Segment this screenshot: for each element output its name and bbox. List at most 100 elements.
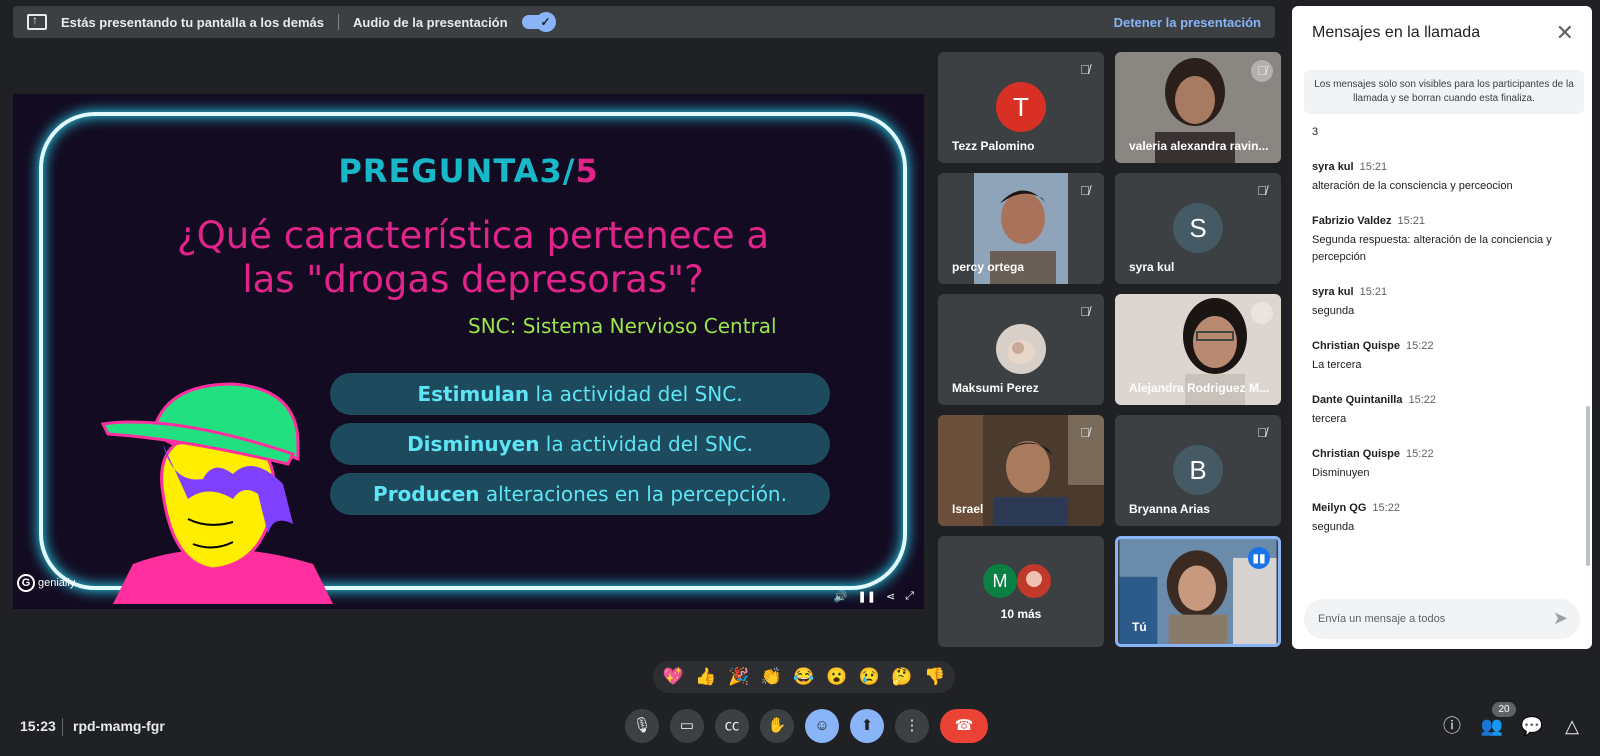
participant-tile[interactable]: 🎙̸ Israel: [938, 415, 1104, 526]
participant-tile[interactable]: 🎙̸ Maksumi Perez: [938, 294, 1104, 405]
info-icon[interactable]: ⓘ: [1438, 712, 1466, 740]
chat-input-container: ➤: [1304, 599, 1580, 639]
presentation-audio-toggle[interactable]: ✓: [521, 12, 556, 32]
surprised-reaction-icon[interactable]: 😮: [826, 667, 847, 687]
thinking-reaction-icon[interactable]: 🤔: [891, 667, 912, 687]
mic-off-icon: 🎙̸: [1080, 62, 1090, 77]
share-icon[interactable]: ⋖: [886, 590, 895, 603]
fullscreen-icon[interactable]: ⤢: [905, 590, 914, 603]
list-item: Dante Quintanilla 15:22 tercera: [1312, 394, 1436, 425]
mic-off-icon: 🎙̸: [1080, 304, 1090, 319]
participant-name: 10 más: [1000, 607, 1042, 621]
participant-name: Maksumi Perez: [952, 381, 1039, 395]
participant-tile[interactable]: 🎙̸ percy ortega: [938, 173, 1104, 284]
emoji-icon[interactable]: ☺: [805, 709, 839, 743]
list-item: Fabrizio Valdez 15:21 Segunda respuesta: a…: [1312, 215, 1552, 263]
reactions-bar: 💖 👍 🎉 👏 😂 😮 😢 🤔 👎: [653, 661, 955, 693]
activities-icon[interactable]: △: [1558, 712, 1586, 740]
genially-logo: Ggenially: [17, 574, 75, 592]
heart-reaction-icon[interactable]: 💖: [663, 667, 684, 687]
mic-off-icon: 🎙̸: [1251, 302, 1273, 324]
question-text: ¿Qué característica pertenece a las "dro…: [176, 214, 770, 301]
speaking-indicator-icon: ▮▮: [1248, 547, 1270, 569]
avatar: B: [1173, 445, 1223, 495]
thumbs-up-reaction-icon[interactable]: 👍: [695, 667, 716, 687]
mic-off-icon: 🎙̸: [1080, 425, 1090, 440]
presentation-audio-label: Audio de la presentación: [352, 14, 508, 30]
genially-g-icon: G: [17, 574, 35, 592]
slide-controls: 🔊 ❚❚ ⋖ ⤢: [834, 590, 914, 603]
avatar: S: [1173, 203, 1223, 253]
end-call-icon[interactable]: ☎: [940, 709, 988, 743]
presenting-message: Estás presentando tu pantalla a los demá…: [61, 14, 324, 30]
captions-icon[interactable]: ㏄: [715, 709, 749, 743]
answer-option-3[interactable]: Producen alteraciones en la percepción.: [330, 473, 830, 515]
avatar: [1017, 564, 1051, 598]
list-item: Meilyn QG 15:22 segunda: [1312, 502, 1400, 533]
participant-count-badge: 20: [1492, 702, 1516, 717]
chat-panel: Mensajes en la llamada ✕ Los mensajes so…: [1292, 6, 1592, 649]
participant-tile[interactable]: 🎙̸ valeria alexandra ravin...: [1115, 52, 1281, 163]
clap-reaction-icon[interactable]: 👏: [761, 667, 782, 687]
meeting-code: rpd-mamg-fgr: [73, 718, 165, 734]
meeting-time: 15:23: [20, 718, 56, 734]
chat-scrollbar[interactable]: [1586, 406, 1590, 566]
check-icon: ✓: [535, 12, 556, 32]
participant-name: percy ortega: [952, 260, 1025, 274]
participant-tile[interactable]: 🎙̸ Alejandra Rodriguez M...: [1115, 294, 1281, 405]
thumbs-down-reaction-icon[interactable]: 👎: [924, 667, 945, 687]
participant-name: syra kul: [1129, 260, 1175, 274]
list-item: 3: [1312, 126, 1319, 138]
list-item: Christian Quispe 15:22 La tercera: [1312, 340, 1434, 371]
send-icon[interactable]: ➤: [1553, 608, 1568, 629]
laugh-reaction-icon[interactable]: 😂: [793, 667, 814, 687]
stop-presenting-button[interactable]: Detener la presentación: [1114, 15, 1261, 30]
participant-tile[interactable]: S 🎙̸ syra kul: [1115, 173, 1281, 284]
participant-name: Tú: [1132, 620, 1147, 634]
divider: [337, 14, 339, 30]
participant-name: valeria alexandra ravin...: [1129, 139, 1269, 153]
divider: [62, 718, 63, 736]
pause-icon[interactable]: ❚❚: [858, 590, 876, 603]
party-reaction-icon[interactable]: 🎉: [728, 667, 749, 687]
mic-off-icon: 🎙̸: [1251, 60, 1273, 82]
participant-name: Bryanna Arias: [1129, 502, 1210, 516]
mic-off-icon: 🎙̸: [1257, 183, 1267, 198]
answer-option-2[interactable]: Disminuyen la actividad del SNC.: [330, 423, 830, 465]
more-options-icon[interactable]: ⋮: [895, 709, 929, 743]
snc-note: SNC: Sistema Nervioso Central: [468, 314, 777, 338]
chat-message-input[interactable]: [1318, 599, 1538, 639]
present-screen-icon: [27, 13, 47, 30]
camera-icon[interactable]: ▭: [670, 709, 704, 743]
volume-icon[interactable]: 🔊: [834, 590, 848, 603]
list-item: syra kul 15:21 segunda: [1312, 286, 1388, 317]
participant-tile[interactable]: B 🎙̸ Bryanna Arias: [1115, 415, 1281, 526]
more-participants-tile[interactable]: M 10 más: [938, 536, 1104, 647]
list-item: Christian Quispe 15:22 Disminuyen: [1312, 448, 1434, 479]
question-title: PREGUNTA3/5: [338, 152, 599, 190]
presented-slide: PREGUNTA3/5 ¿Qué característica pertenec…: [13, 94, 924, 609]
avatar: [996, 324, 1046, 374]
participant-name: Alejandra Rodriguez M...: [1129, 381, 1270, 395]
raise-hand-icon[interactable]: ✋: [760, 709, 794, 743]
self-tile[interactable]: ▮▮ Tú: [1115, 536, 1281, 647]
mic-off-icon: 🎙̸: [1257, 425, 1267, 440]
chat-header: Mensajes en la llamada: [1312, 24, 1481, 41]
present-screen-icon[interactable]: ⬆: [850, 709, 884, 743]
participant-name: Israel: [952, 502, 984, 516]
chat-visibility-note: Los mensajes solo son visibles para los …: [1304, 70, 1584, 114]
character-illustration: [100, 382, 333, 604]
sad-reaction-icon[interactable]: 😢: [859, 667, 880, 687]
close-icon[interactable]: ✕: [1556, 20, 1574, 46]
participant-name: Tezz Palomino: [952, 139, 1035, 153]
mic-off-icon: 🎙̸: [1080, 183, 1090, 198]
list-item: syra kul 15:21 alteración de la conscienci…: [1312, 161, 1513, 192]
avatar: T: [996, 82, 1046, 132]
answer-option-1[interactable]: Estimulan la actividad del SNC.: [330, 373, 830, 415]
chat-message-list: 3 syra kul 15:21 alteración de la conscien…: [1312, 124, 1576, 556]
chat-icon[interactable]: 💬: [1518, 712, 1546, 740]
mic-icon[interactable]: 🎙: [625, 709, 659, 743]
presenting-bar: Estás presentando tu pantalla a los demá…: [13, 6, 1275, 38]
avatar: M: [983, 564, 1017, 598]
participant-tile[interactable]: T 🎙̸ Tezz Palomino: [938, 52, 1104, 163]
